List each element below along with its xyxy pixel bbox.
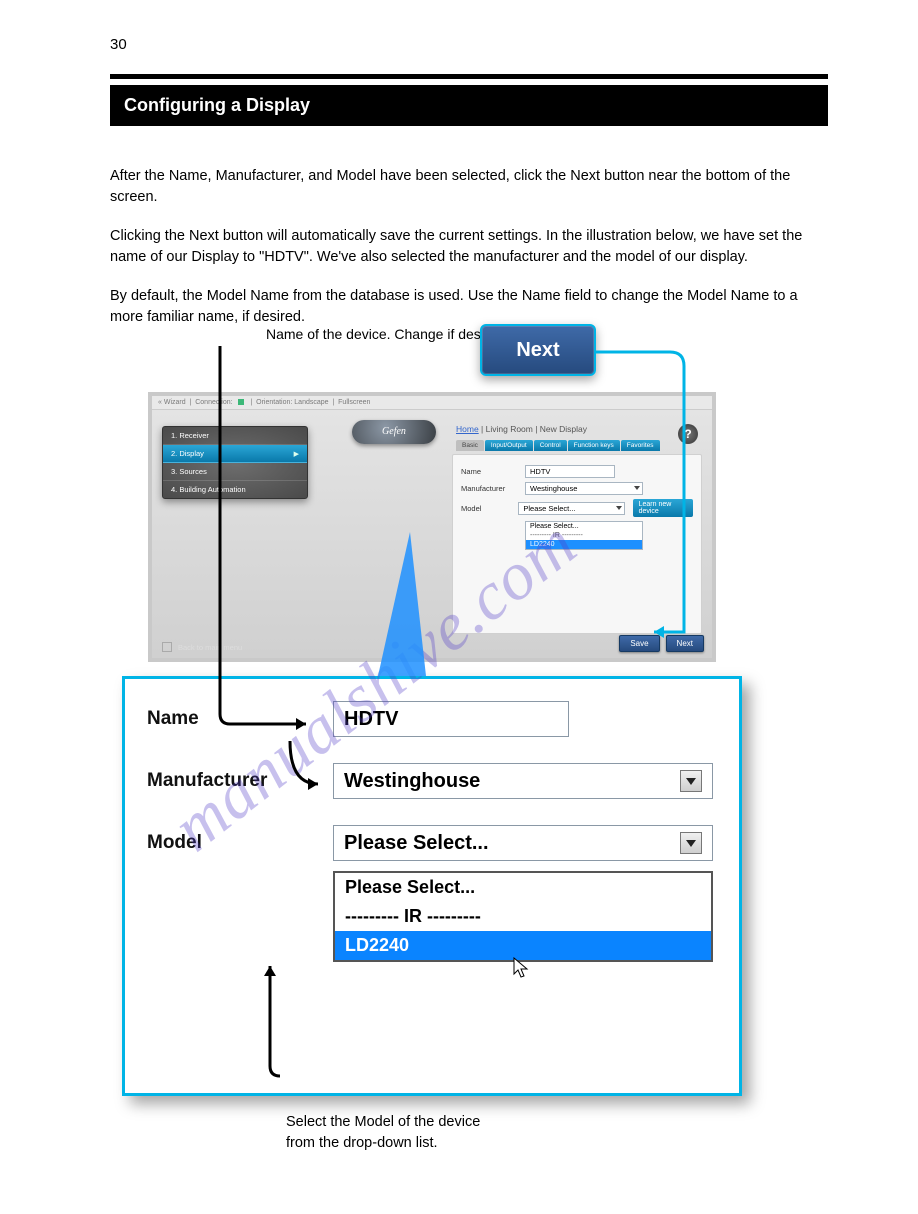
annotation-text: Name of the device. Change if desired. (266, 326, 508, 342)
mini-screenshot: « Wizard | Connection: | Orientation: La… (148, 392, 716, 662)
back-icon (162, 642, 172, 652)
sidebar-item-display[interactable]: 2. Display▶ (163, 445, 307, 463)
option-ir-divider: --------- IR --------- (526, 531, 642, 540)
paragraph: By default, the Model Name from the data… (110, 286, 828, 328)
next-button[interactable]: Next (666, 635, 704, 652)
help-icon[interactable]: ? (678, 424, 698, 444)
zoom-name-input[interactable]: HDTV (333, 701, 569, 737)
chevron-right-icon: ▶ (294, 450, 299, 458)
topbar-orient: Orientation: Landscape (256, 399, 328, 406)
sidebar-item-receiver[interactable]: 1. Receiver (163, 427, 307, 445)
label-name: Name (461, 467, 517, 476)
tab-basic[interactable]: Basic (456, 440, 484, 451)
zoom-panel: Name HDTV Manufacturer Westinghouse Mode… (122, 676, 742, 1096)
chevron-down-icon (680, 832, 702, 854)
save-button[interactable]: Save (619, 635, 659, 652)
zoom-dropdown-list[interactable]: Please Select... --------- IR --------- … (333, 871, 713, 962)
topbar-conn: Connection: (195, 399, 232, 406)
zoom-label-manufacturer: Manufacturer (147, 770, 315, 792)
learn-device-button[interactable]: Learn new device (633, 499, 693, 517)
tab-io[interactable]: Input/Output (485, 440, 533, 451)
option-ld2240[interactable]: LD2240 (526, 540, 642, 549)
tab-function[interactable]: Function keys (568, 440, 620, 451)
zoom-label-name: Name (147, 708, 315, 730)
mini-tabs: Basic Input/Output Control Function keys… (456, 440, 660, 451)
zoom-option-ld2240[interactable]: LD2240 (335, 931, 711, 960)
option-please-select[interactable]: Please Select... (526, 522, 642, 531)
sidebar-item-building[interactable]: 4. Building Automation (163, 481, 307, 498)
breadcrumb: Home | Living Room | New Display (456, 424, 587, 434)
back-to-main[interactable]: Back to main menu (162, 642, 242, 652)
topbar-wizard: « Wizard (158, 399, 186, 406)
mini-form: Name HDTV Manufacturer Westinghouse Mode… (452, 454, 702, 634)
page-number: 30 (110, 36, 127, 53)
chevron-down-icon (680, 770, 702, 792)
status-dot-icon (238, 399, 244, 405)
bottom-annotation: Select the Model of the device from the … (286, 1112, 828, 1154)
label-model: Model (461, 504, 510, 513)
manufacturer-select[interactable]: Westinghouse (525, 482, 643, 495)
mini-topbar: « Wizard | Connection: | Orientation: La… (152, 396, 712, 410)
divider (110, 74, 828, 79)
mini-sidebar: 1. Receiver 2. Display▶ 3. Sources 4. Bu… (162, 426, 308, 499)
paragraph: After the Name, Manufacturer, and Model … (110, 166, 828, 208)
zoom-option-ir: --------- IR --------- (335, 902, 711, 931)
section-header: Configuring a Display (110, 85, 828, 126)
name-input[interactable]: HDTV (525, 465, 615, 478)
breadcrumb-home[interactable]: Home (456, 424, 479, 434)
tab-control[interactable]: Control (534, 440, 567, 451)
next-callout-chip: Next (480, 324, 596, 376)
tab-fav[interactable]: Favorites (621, 440, 660, 451)
model-dropdown-list[interactable]: Please Select... --------- IR --------- … (525, 521, 643, 550)
model-select[interactable]: Please Select... (518, 502, 624, 515)
zoom-manufacturer-select[interactable]: Westinghouse (333, 763, 713, 799)
paragraph: Clicking the Next button will automatica… (110, 226, 828, 268)
zoom-label-model: Model (147, 832, 315, 854)
zoom-model-select[interactable]: Please Select... (333, 825, 713, 861)
brand-logo: Gefen (352, 420, 436, 444)
topbar-full: Fullscreen (338, 399, 370, 406)
zoom-option-please[interactable]: Please Select... (335, 873, 711, 902)
sidebar-item-sources[interactable]: 3. Sources (163, 463, 307, 481)
label-manufacturer: Manufacturer (461, 484, 517, 493)
